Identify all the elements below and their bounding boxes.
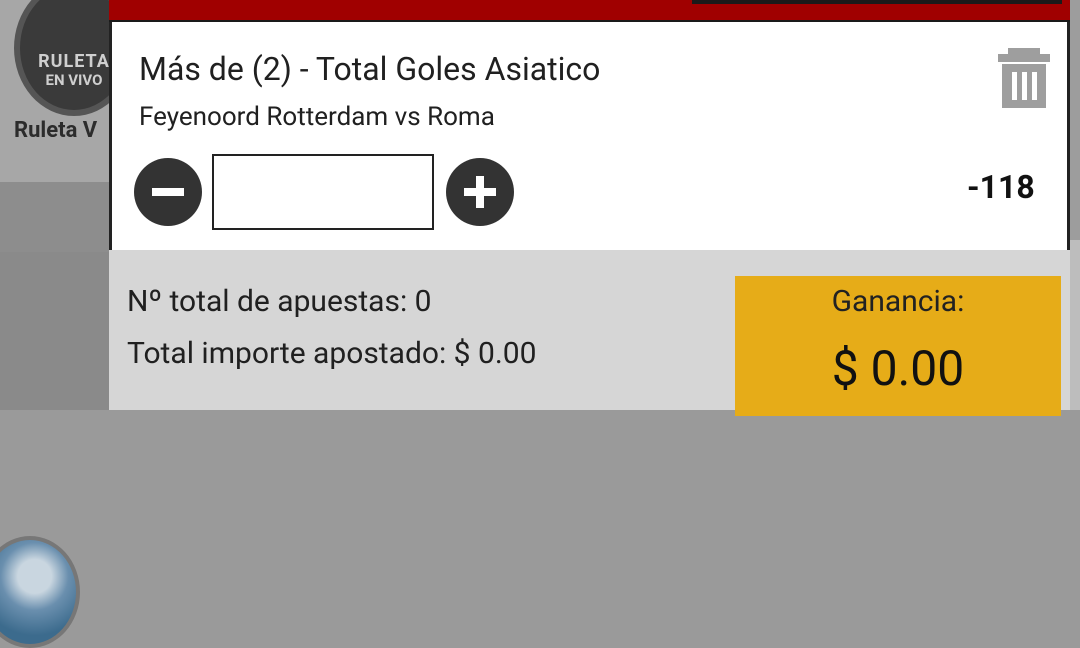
minus-icon	[152, 188, 184, 196]
roulette-game-tile[interactable]: RULETA EN VIVO Ruleta V	[0, 0, 134, 182]
total-stake-text: Total importe apostado: $ 0.00	[127, 336, 537, 371]
scrollbar[interactable]	[1070, 0, 1080, 410]
stake-input[interactable]	[212, 154, 434, 230]
scrollbar-thumb[interactable]	[1070, 0, 1080, 240]
market-title: Más de (2) - Total Goles Asiatico	[139, 50, 601, 88]
background-sidebar: RULETA EN VIVO Ruleta V	[0, 0, 134, 648]
plus-icon	[464, 176, 496, 208]
betslip-header-bar	[109, 0, 1070, 22]
event-name: Feyenoord Rotterdam vs Roma	[139, 102, 495, 132]
decrease-stake-button[interactable]	[134, 158, 202, 226]
header-tab	[692, 0, 1062, 4]
bet-card: Más de (2) - Total Goles Asiatico Feyeno…	[109, 22, 1070, 250]
winnings-label: Ganancia:	[831, 284, 965, 319]
betslip-panel: Más de (2) - Total Goles Asiatico Feyeno…	[109, 0, 1070, 416]
total-bets-text: Nº total de apuestas: 0	[127, 284, 432, 319]
roulette-logo-subtext: EN VIVO	[45, 71, 103, 89]
soccer-game-tile[interactable]	[0, 252, 112, 648]
increase-stake-button[interactable]	[446, 158, 514, 226]
roulette-logo-text: RULETA	[38, 51, 110, 72]
background-band	[0, 182, 112, 252]
odds-value: -118	[967, 168, 1035, 206]
winnings-box: Ganancia: $ 0.00	[735, 276, 1061, 416]
winnings-amount: $ 0.00	[831, 340, 965, 397]
trash-icon[interactable]	[998, 48, 1050, 108]
soccer-thumbnail	[0, 536, 80, 648]
betslip-summary: Nº total de apuestas: 0 Total importe ap…	[109, 250, 1070, 416]
roulette-label: Ruleta V	[14, 118, 98, 143]
